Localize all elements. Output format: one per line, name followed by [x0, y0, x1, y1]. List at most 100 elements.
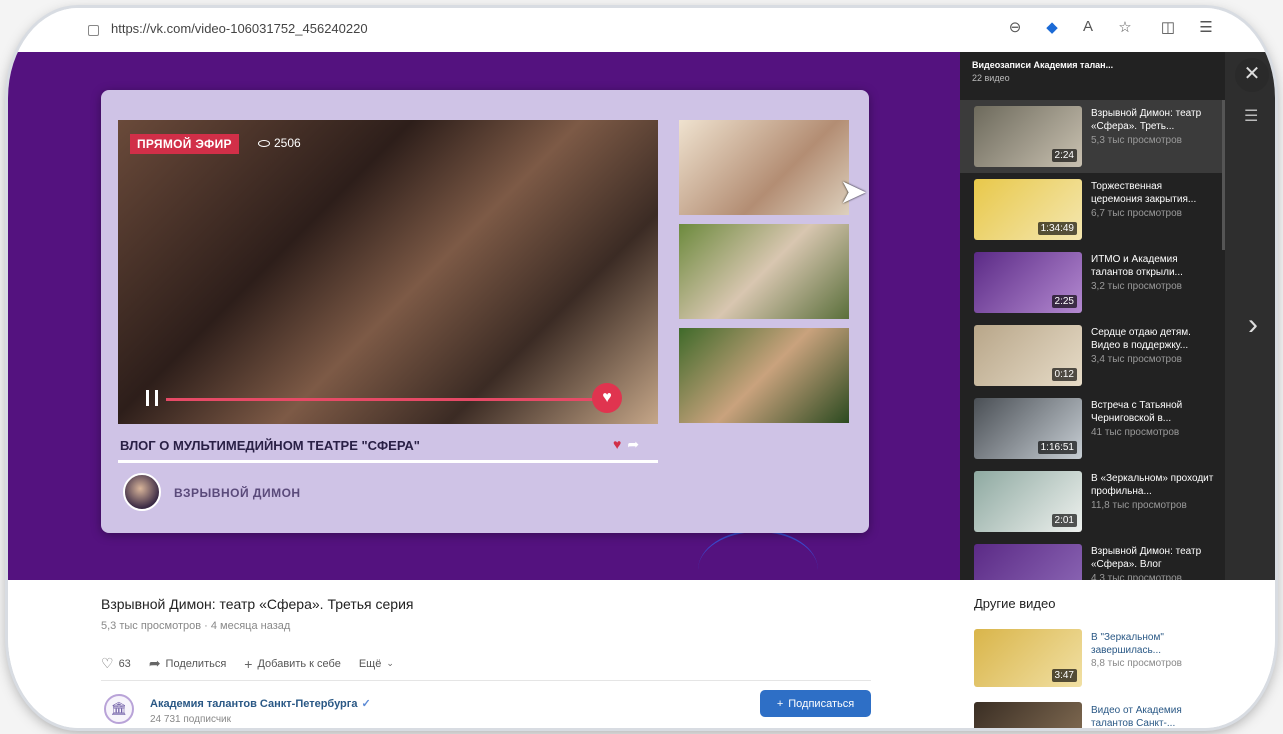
playlist-item-title: Взрывной Димон: театр «Сфера». Влог [1091, 546, 1202, 570]
favorites-list-icon[interactable]: ☰ [1196, 18, 1216, 36]
other-video-item[interactable]: Видео от Академия талантов Санкт-...2,2 … [974, 702, 1224, 728]
action-row: ♡ 63 ➦ Поделиться + Добавить к себе Ещё ⌄ [101, 655, 394, 672]
playlist-count: 22 видео [972, 73, 1010, 83]
address-bar[interactable]: https://vk.com/video-106031752_456240220 [111, 21, 368, 36]
plus-icon: + [776, 697, 784, 710]
playlist-item[interactable]: 0:12 Сердце отдаю детям. Видео в поддержк… [960, 319, 1225, 392]
playlist-item-views: 41 тыс просмотров [1091, 427, 1180, 438]
duration-badge: 2:01 [1051, 514, 1077, 527]
page-info-icon[interactable] [88, 25, 99, 36]
playlist-toggle-icon[interactable]: ☰ [1244, 106, 1258, 126]
favorite-star-icon[interactable]: ☆ [1115, 18, 1135, 36]
more-label: Ещё [358, 657, 382, 670]
plus-icon: + [244, 655, 253, 672]
playlist-item-text: Взрывной Димон: театр «Сфера». Влог 4,3 т… [1091, 545, 1215, 580]
playlist-item[interactable]: 1:16:51 Встреча с Татьяной Черниговской в… [960, 392, 1225, 465]
share-button[interactable]: ➦ Поделиться [149, 655, 226, 672]
channel-subscribers: 24 731 подписчик [150, 714, 232, 725]
duration-badge: 0:12 [1051, 368, 1077, 381]
playlist-item-title: В «Зеркальном» проходит профильна... [1091, 473, 1214, 497]
video-info: Взрывной Димон: театр «Сфера». Третья се… [8, 580, 1275, 728]
playlist-item-title: Торжественная церемония закрытия... [1091, 181, 1197, 205]
pause-icon[interactable] [146, 390, 158, 406]
playlist-panel: Видеозаписи Академия талан... 22 видео 2… [960, 52, 1225, 580]
playlist-item[interactable]: Взрывной Димон: театр «Сфера». Влог 4,3 т… [960, 538, 1225, 580]
chevron-right-icon[interactable]: › [1248, 308, 1258, 342]
live-badge: ПРЯМОЙ ЭФИР [130, 134, 239, 154]
channel-logo-icon[interactable]: 🏛 [104, 694, 134, 724]
playlist-item-text: В «Зеркальном» проходит профильна... 11,8… [1091, 472, 1215, 512]
side-thumbnail-3 [679, 328, 849, 423]
playlist-item-text: Взрывной Димон: театр «Сфера». Треть... 5… [1091, 107, 1215, 147]
heart-icon[interactable]: ♥ [592, 383, 622, 413]
author-avatar [123, 473, 161, 511]
playlist-thumbnail: 2:25 [974, 252, 1082, 313]
playlist-item-text: Встреча с Татьяной Черниговской в... 41 т… [1091, 399, 1215, 439]
verified-icon: ✓ [361, 698, 371, 710]
playlist-title[interactable]: Видеозаписи Академия талан... [972, 60, 1113, 70]
tag-icon[interactable]: ◆ [1042, 18, 1062, 36]
playlist-thumbnail: 2:24 [974, 106, 1082, 167]
subscribe-button[interactable]: + Подписаться [760, 690, 871, 717]
playlist-item[interactable]: 2:25 ИТМО и Академия талантов открыли... 3… [960, 246, 1225, 319]
like-count: 63 [118, 657, 131, 670]
like-icon: ♥ [613, 436, 622, 452]
eye-icon [258, 140, 270, 148]
playlist-item-text: ИТМО и Академия талантов открыли... 3,2 т… [1091, 253, 1215, 293]
video-frame-card: ПРЯМОЙ ЭФИР 2506 ♥ ➤ ВЛОГ О МУЛЬТИМЕДИЙН… [101, 90, 869, 533]
playlist-thumbnail: 1:16:51 [974, 398, 1082, 459]
playlist-item-views: 3,2 тыс просмотров [1091, 281, 1182, 292]
duration-badge: 1:34:49 [1037, 222, 1077, 235]
other-video-thumbnail: 3:47 [974, 629, 1082, 687]
add-label: Добавить к себе [257, 657, 341, 670]
playlist-thumbnail: 2:01 [974, 471, 1082, 532]
add-button[interactable]: + Добавить к себе [244, 656, 341, 672]
progress-bar[interactable] [166, 398, 594, 401]
browser-window: https://vk.com/video-106031752_456240220… [8, 8, 1275, 728]
other-video-item[interactable]: 3:47 В "Зеркальном" завершилась... 8,8 тыс… [974, 629, 1224, 691]
caption-title: ВЛОГ О МУЛЬТИМЕДИЙНОМ ТЕАТРЕ "СФЕРА" [120, 438, 420, 453]
playlist-item[interactable]: 1:34:49 Торжественная церемония закрытия.… [960, 173, 1225, 246]
share-label: Поделиться [165, 657, 227, 670]
video-title: Взрывной Димон: театр «Сфера». Третья се… [101, 596, 414, 612]
playlist-item-title: Встреча с Татьяной Черниговской в... [1091, 400, 1183, 424]
playlist-item-text: Торжественная церемония закрытия... 6,7 т… [1091, 180, 1215, 220]
subscribe-label: Подписаться [788, 697, 855, 710]
channel-name-text: Академия талантов Санкт-Петербурга [150, 698, 358, 710]
close-icon[interactable]: ✕ [1235, 58, 1269, 92]
heart-outline-icon: ♡ [101, 655, 114, 671]
playlist-thumbnail [974, 544, 1082, 580]
side-thumbnail-2 [679, 224, 849, 319]
playlist-item[interactable]: 2:24 Взрывной Димон: театр «Сфера». Треть… [960, 100, 1225, 173]
video-player[interactable]: ПРЯМОЙ ЭФИР 2506 ♥ ➤ ВЛОГ О МУЛЬТИМЕДИЙН… [8, 52, 960, 580]
duration-badge: 1:16:51 [1037, 441, 1077, 454]
cursor-icon: ➤ [839, 173, 868, 211]
more-button[interactable]: Ещё ⌄ [359, 658, 394, 670]
playlist-item-views: 6,7 тыс просмотров [1091, 208, 1182, 219]
other-video-title: В "Зеркальном" завершилась... [1091, 632, 1164, 656]
other-video-text: В "Зеркальном" завершилась... 8,8 тыс про… [1091, 631, 1221, 670]
playlist-item-text: Сердце отдаю детям. Видео в поддержку...… [1091, 326, 1215, 366]
duration-badge: 2:25 [1051, 295, 1077, 308]
share-arrow-icon: ➦ [627, 436, 640, 452]
viewer-count: 2506 [258, 136, 301, 150]
playlist-item[interactable]: 2:01 В «Зеркальном» проходит профильна...… [960, 465, 1225, 538]
other-video-text: Видео от Академия талантов Санкт-...2,2 … [1091, 704, 1221, 728]
playlist-item-views: 4,3 тыс просмотров [1091, 573, 1182, 580]
split-screen-icon[interactable]: ◫ [1158, 18, 1178, 36]
read-aloud-icon[interactable]: A [1078, 18, 1098, 35]
playlist-header: Видеозаписи Академия талан... 22 видео [972, 60, 1113, 83]
caption-actions: ♥ ➦ [613, 436, 639, 453]
browser-toolbar: https://vk.com/video-106031752_456240220… [8, 8, 1275, 52]
playlist-item-title: Взрывной Димон: театр «Сфера». Треть... [1091, 108, 1202, 132]
like-button[interactable]: ♡ 63 [101, 655, 131, 672]
main-video-area[interactable]: ПРЯМОЙ ЭФИР 2506 ♥ [118, 120, 658, 424]
other-videos-title: Другие видео [974, 596, 1056, 611]
duration-badge: 3:47 [1051, 669, 1077, 682]
zoom-out-icon[interactable]: ⊖ [1005, 18, 1025, 36]
other-video-title: Видео от Академия талантов Санкт-... [1091, 705, 1182, 728]
playlist-thumbnail: 1:34:49 [974, 179, 1082, 240]
video-meta: 5,3 тыс просмотров · 4 месяца назад [101, 620, 291, 632]
channel-name[interactable]: Академия талантов Санкт-Петербурга ✓ [150, 697, 371, 710]
playlist-item-title: Сердце отдаю детям. Видео в поддержку... [1091, 327, 1191, 351]
